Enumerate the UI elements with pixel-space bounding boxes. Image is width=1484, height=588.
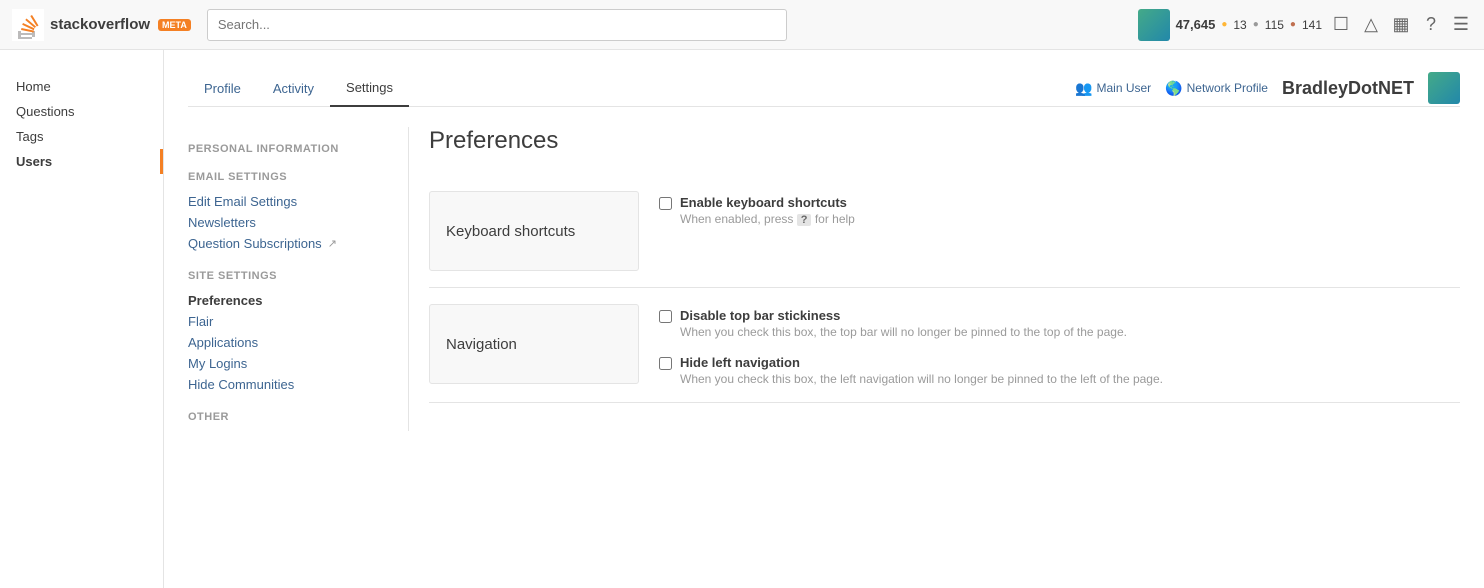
question-subscriptions-row: Question Subscriptions ↗ bbox=[188, 233, 388, 254]
my-logins-link[interactable]: My Logins bbox=[188, 353, 388, 374]
profile-username: BradleyDotNET bbox=[1282, 78, 1414, 99]
review-icon[interactable]: ▦ bbox=[1390, 14, 1412, 36]
other-title: OTHER bbox=[188, 411, 388, 423]
external-link-icon: ↗ bbox=[328, 237, 337, 250]
keyboard-shortcuts-options: Enable keyboard shortcuts When enabled, … bbox=[659, 191, 1460, 226]
keyboard-shortcuts-card: Keyboard shortcuts bbox=[429, 191, 639, 271]
navigation-row: Navigation Disable top bar stickiness Wh… bbox=[429, 288, 1460, 403]
settings-wrap: PERSONAL INFORMATION EMAIL SETTINGS Edit… bbox=[188, 127, 1460, 431]
settings-content: Preferences Keyboard shortcuts Enable ke… bbox=[408, 127, 1460, 431]
network-profile-link[interactable]: 🌎 Network Profile bbox=[1165, 80, 1268, 97]
bronze-dot: ● bbox=[1290, 19, 1296, 30]
search-input[interactable] bbox=[207, 9, 787, 41]
user-info: 47,645 ● 13 ● 115 ● 141 bbox=[1138, 9, 1322, 41]
site-settings-title: SITE SETTINGS bbox=[188, 270, 388, 282]
enable-keyboard-shortcuts-checkbox[interactable] bbox=[659, 197, 672, 210]
navigation-label: Navigation bbox=[446, 336, 517, 353]
settings-nav: PERSONAL INFORMATION EMAIL SETTINGS Edit… bbox=[188, 127, 408, 431]
profile-avatar bbox=[1428, 72, 1460, 104]
achievements-icon[interactable]: △ bbox=[1360, 14, 1382, 36]
header-right: 47,645 ● 13 ● 115 ● 141 ☐ △ ▦ ? ☰ bbox=[1138, 9, 1472, 41]
hide-left-nav-label: Hide left navigation bbox=[680, 355, 1163, 370]
hide-left-nav-desc: When you check this box, the left naviga… bbox=[680, 372, 1163, 386]
stackoverflow-logo-icon bbox=[12, 9, 44, 41]
newsletters-link[interactable]: Newsletters bbox=[188, 212, 388, 233]
disable-topbar-text: Disable top bar stickiness When you chec… bbox=[680, 308, 1127, 339]
hide-left-nav-text: Hide left navigation When you check this… bbox=[680, 355, 1163, 386]
tab-activity[interactable]: Activity bbox=[257, 71, 330, 106]
navigation-options: Disable top bar stickiness When you chec… bbox=[659, 304, 1460, 386]
disable-topbar-label: Disable top bar stickiness bbox=[680, 308, 1127, 323]
gold-count: 13 bbox=[1233, 18, 1246, 32]
main-user-icon: 👥 bbox=[1075, 80, 1092, 97]
main-sidebar: Home Questions Tags Users bbox=[0, 50, 164, 588]
tab-profile[interactable]: Profile bbox=[188, 71, 257, 106]
silver-count: 115 bbox=[1265, 18, 1284, 32]
keyboard-shortcut-text: Enable keyboard shortcuts When enabled, … bbox=[680, 195, 855, 226]
keyboard-shortcut-option-label: Enable keyboard shortcuts bbox=[680, 195, 855, 210]
hide-communities-link[interactable]: Hide Communities bbox=[188, 374, 388, 395]
bronze-count: 141 bbox=[1302, 18, 1322, 32]
chat-icon[interactable]: ☰ bbox=[1450, 14, 1472, 36]
question-mark-badge: ? bbox=[797, 214, 812, 226]
preferences-title: Preferences bbox=[429, 127, 1460, 155]
email-settings-title: EMAIL SETTINGS bbox=[188, 171, 388, 183]
enable-keyboard-shortcuts-option: Enable keyboard shortcuts When enabled, … bbox=[659, 195, 1460, 226]
logo-text: stackoverflow bbox=[50, 16, 150, 33]
profile-header-right: 👥 Main User 🌎 Network Profile BradleyDot… bbox=[1075, 72, 1460, 104]
main-content: Profile Activity Settings 👥 Main User 🌎 … bbox=[164, 50, 1484, 588]
rep-score: 47,645 bbox=[1176, 17, 1216, 32]
question-subscriptions-link[interactable]: Question Subscriptions bbox=[188, 233, 322, 254]
main-header: stackoverflow META 47,645 ● 13 ● 115 ● 1… bbox=[0, 0, 1484, 50]
disable-topbar-checkbox[interactable] bbox=[659, 310, 672, 323]
logo-area: stackoverflow META bbox=[12, 9, 191, 41]
tab-settings[interactable]: Settings bbox=[330, 70, 409, 107]
help-icon[interactable]: ? bbox=[1420, 14, 1442, 36]
sidebar-item-tags[interactable]: Tags bbox=[0, 124, 163, 149]
main-user-label: Main User bbox=[1096, 81, 1151, 95]
inbox-icon[interactable]: ☐ bbox=[1330, 14, 1352, 36]
keyboard-shortcuts-row: Keyboard shortcuts Enable keyboard short… bbox=[429, 175, 1460, 288]
keyboard-shortcut-option-desc: When enabled, press ? for help bbox=[680, 212, 855, 226]
disable-topbar-option: Disable top bar stickiness When you chec… bbox=[659, 308, 1460, 339]
gold-dot: ● bbox=[1221, 19, 1227, 30]
hide-left-nav-option: Hide left navigation When you check this… bbox=[659, 355, 1460, 386]
network-icon: 🌎 bbox=[1165, 80, 1182, 97]
hide-left-nav-checkbox[interactable] bbox=[659, 357, 672, 370]
profile-tabs: Profile Activity Settings 👥 Main User 🌎 … bbox=[188, 70, 1460, 107]
meta-badge: META bbox=[158, 19, 191, 31]
sidebar-item-home[interactable]: Home bbox=[0, 74, 163, 99]
preferences-link[interactable]: Preferences bbox=[188, 290, 388, 311]
sidebar-item-users[interactable]: Users bbox=[0, 149, 163, 174]
flair-link[interactable]: Flair bbox=[188, 311, 388, 332]
keyboard-shortcuts-label: Keyboard shortcuts bbox=[446, 223, 575, 240]
disable-topbar-desc: When you check this box, the top bar wil… bbox=[680, 325, 1127, 339]
edit-email-settings-link[interactable]: Edit Email Settings bbox=[188, 191, 388, 212]
personal-info-title: PERSONAL INFORMATION bbox=[188, 143, 388, 155]
avatar bbox=[1138, 9, 1170, 41]
sidebar-item-questions[interactable]: Questions bbox=[0, 99, 163, 124]
network-profile-label: Network Profile bbox=[1187, 81, 1268, 95]
silver-dot: ● bbox=[1253, 19, 1259, 30]
page-wrap: Home Questions Tags Users Profile Activi… bbox=[0, 50, 1484, 588]
applications-link[interactable]: Applications bbox=[188, 332, 388, 353]
main-user-link[interactable]: 👥 Main User bbox=[1075, 80, 1151, 97]
navigation-card: Navigation bbox=[429, 304, 639, 384]
